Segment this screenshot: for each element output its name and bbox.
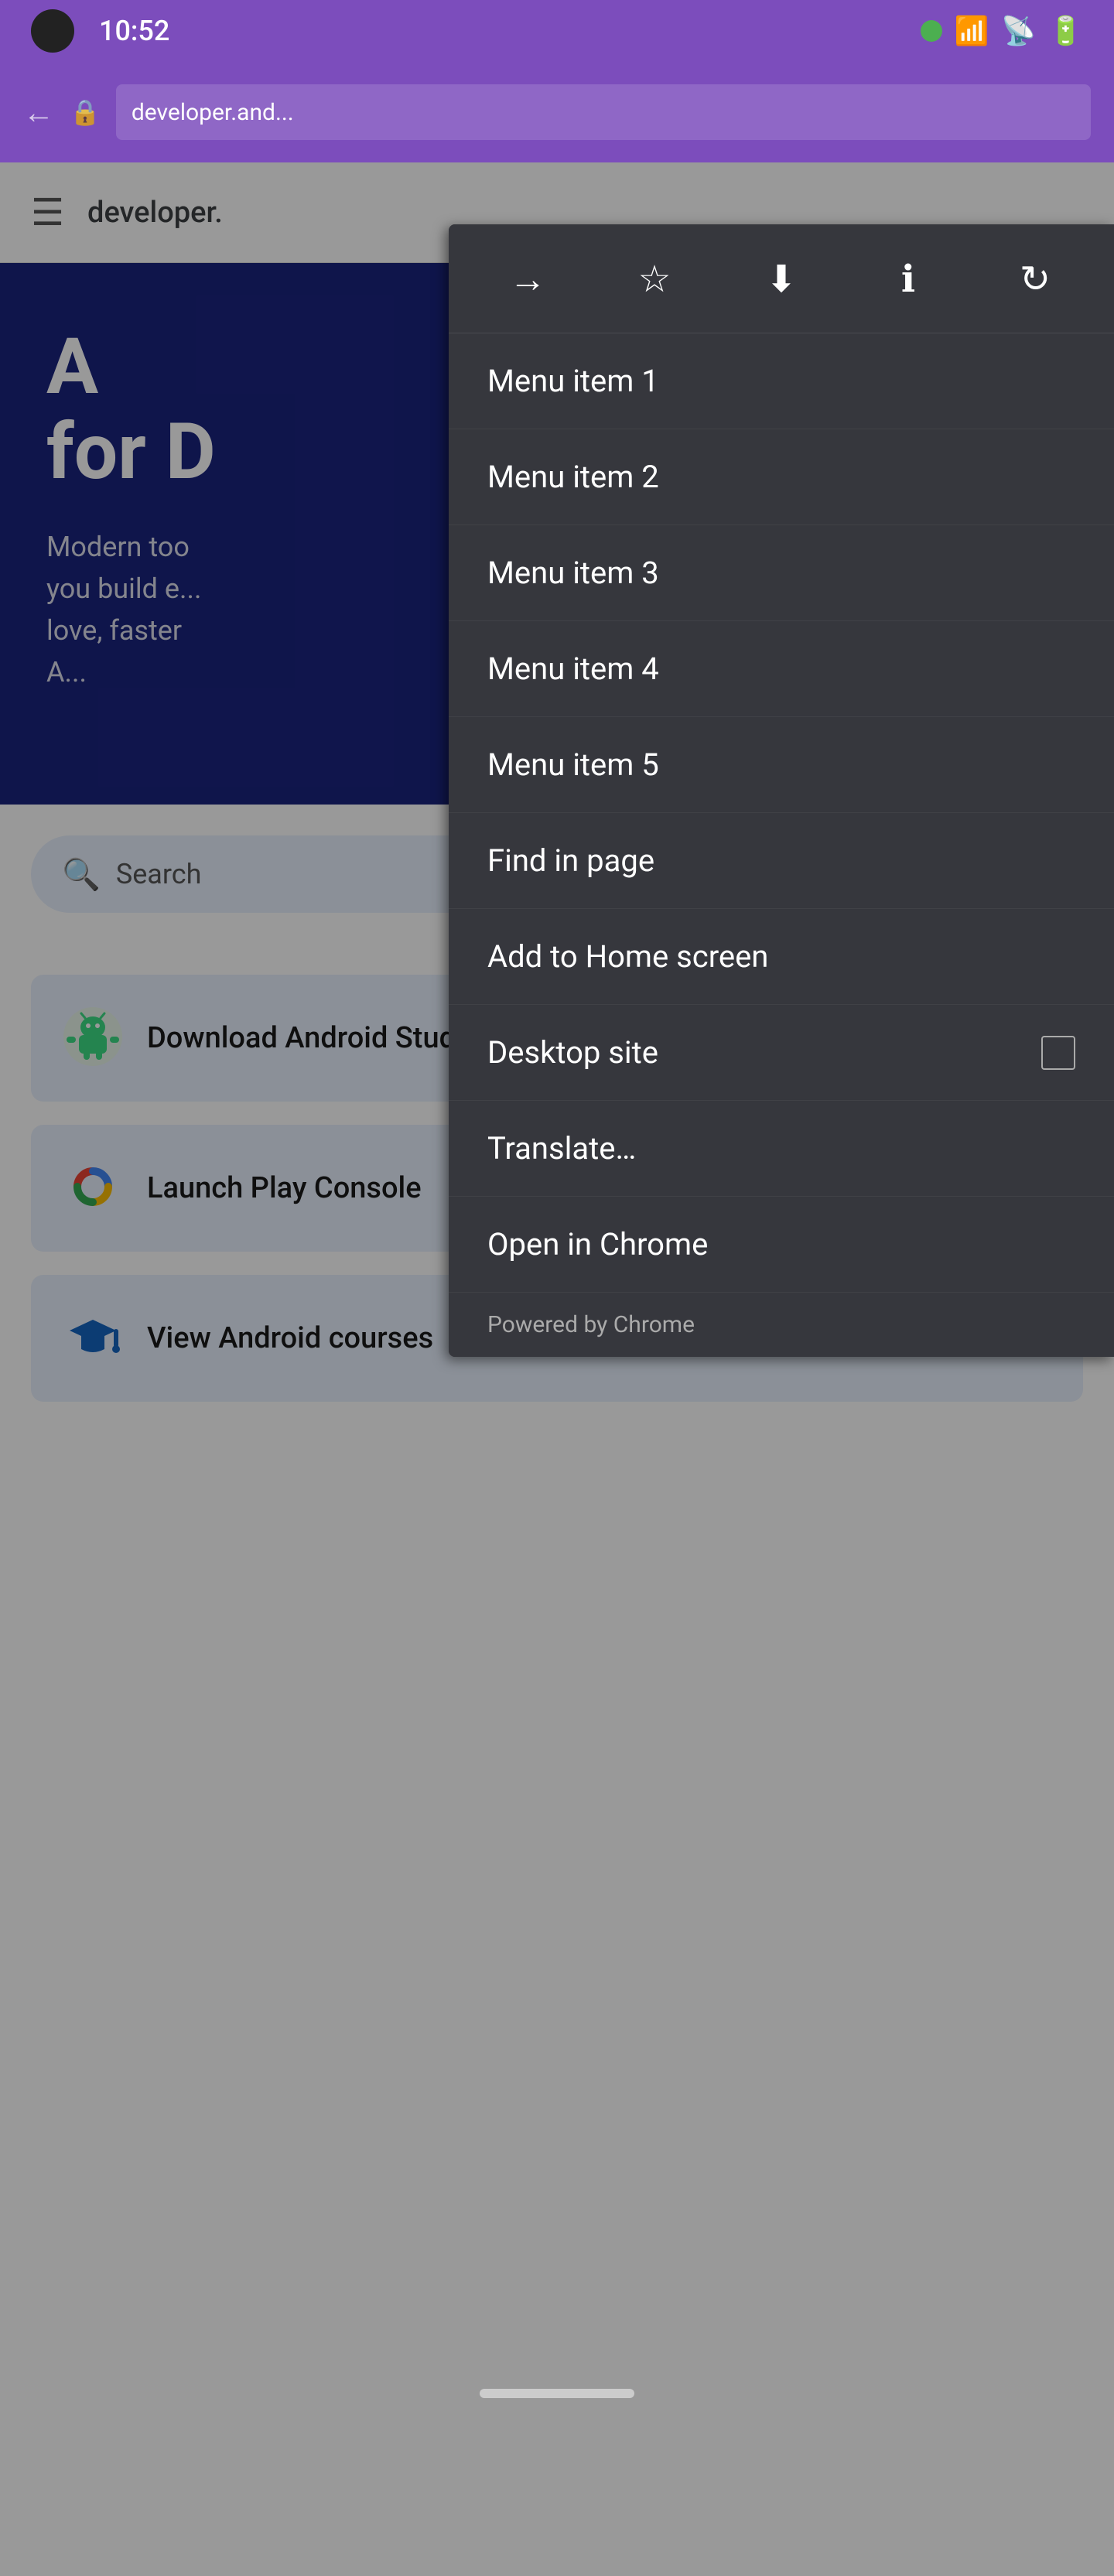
page-content: ☰ developer. A for D Modern too you buil… — [0, 162, 1114, 2576]
desktop-site-label: Desktop site — [487, 1034, 1041, 1071]
translate-label: Translate… — [487, 1130, 1075, 1167]
forward-icon[interactable]: → — [497, 248, 559, 309]
menu-item-3[interactable]: Menu item 3 — [449, 525, 1114, 621]
address-bar[interactable]: developer.and... — [116, 84, 1091, 140]
download-icon[interactable]: ⬇ — [750, 248, 812, 309]
translate-item[interactable]: Translate… — [449, 1101, 1114, 1197]
battery-icon: 🔋 — [1048, 15, 1083, 47]
status-dot — [921, 20, 942, 42]
menu-item-2-label: Menu item 2 — [487, 459, 1075, 495]
menu-item-4-label: Menu item 4 — [487, 651, 1075, 687]
lock-icon: 🔒 — [70, 97, 101, 127]
add-to-home-screen-item[interactable]: Add to Home screen — [449, 909, 1114, 1005]
refresh-icon[interactable]: ↻ — [1004, 248, 1066, 309]
menu-item-1[interactable]: Menu item 1 — [449, 333, 1114, 429]
menu-toolbar: → ☆ ⬇ ℹ ↻ — [449, 224, 1114, 333]
status-bar: 10:52 📶 📡 🔋 — [0, 0, 1114, 62]
recording-dot — [31, 9, 74, 53]
browser-bar: ← 🔒 developer.and... — [0, 62, 1114, 162]
powered-footer: Powered by Chrome — [449, 1293, 1114, 1357]
powered-footer-text: Powered by Chrome — [487, 1311, 695, 1338]
status-time: 10:52 — [99, 15, 169, 47]
open-in-chrome-item[interactable]: Open in Chrome — [449, 1197, 1114, 1293]
bookmark-icon[interactable]: ☆ — [624, 248, 685, 309]
find-in-page-item[interactable]: Find in page — [449, 813, 1114, 909]
menu-item-2[interactable]: Menu item 2 — [449, 429, 1114, 525]
find-in-page-label: Find in page — [487, 842, 1075, 879]
address-text: developer.and... — [132, 99, 294, 126]
back-button[interactable]: ← — [23, 94, 54, 131]
menu-item-4[interactable]: Menu item 4 — [449, 621, 1114, 717]
signal-icon: 📡 — [1001, 15, 1036, 47]
wifi-icon: 📶 — [955, 15, 989, 47]
dropdown-menu: → ☆ ⬇ ℹ ↻ Menu item 1 Menu item 2 Menu i… — [449, 224, 1114, 1357]
info-icon[interactable]: ℹ — [877, 248, 939, 309]
add-to-home-screen-label: Add to Home screen — [487, 938, 1075, 975]
menu-item-5-label: Menu item 5 — [487, 746, 1075, 783]
status-icons: 📶 📡 🔋 — [921, 15, 1083, 47]
open-in-chrome-label: Open in Chrome — [487, 1226, 1075, 1262]
home-pill[interactable] — [480, 2389, 634, 2398]
desktop-site-item[interactable]: Desktop site — [449, 1005, 1114, 1101]
menu-item-3-label: Menu item 3 — [487, 555, 1075, 591]
menu-item-1-label: Menu item 1 — [487, 363, 1075, 399]
menu-item-5[interactable]: Menu item 5 — [449, 717, 1114, 813]
desktop-site-checkbox[interactable] — [1041, 1036, 1075, 1070]
